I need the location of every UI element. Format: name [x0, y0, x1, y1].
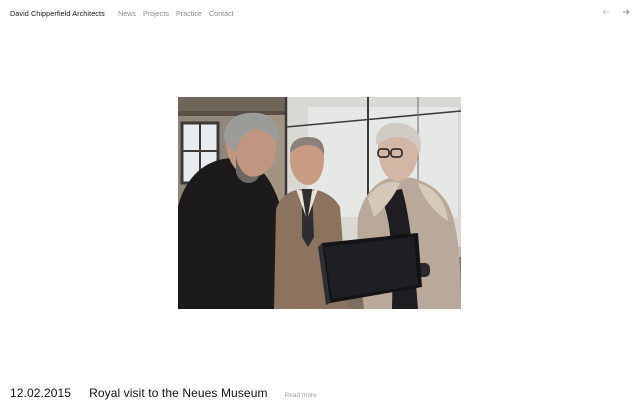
nav-item-practice[interactable]: Practice	[176, 9, 202, 18]
news-photo[interactable]	[178, 97, 461, 309]
nav-item-news[interactable]: News	[118, 9, 136, 18]
nav-item-projects[interactable]: Projects	[143, 9, 169, 18]
news-caption: 12.02.2015 Royal visit to the Neues Muse…	[10, 386, 317, 404]
news-date: 12.02.2015	[10, 386, 72, 400]
main-nav: News Projects Practice Contact	[118, 9, 234, 18]
site-header: David Chipperfield Architects News Proje…	[0, 0, 640, 28]
page: David Chipperfield Architects News Proje…	[0, 0, 640, 412]
slide-navigation	[602, 8, 630, 16]
news-title[interactable]: Royal visit to the Neues Museum	[89, 386, 268, 400]
read-more-link[interactable]: Read more	[285, 392, 317, 399]
arrow-right-icon[interactable]	[622, 8, 630, 16]
nav-item-contact[interactable]: Contact	[209, 9, 234, 18]
news-photo-image	[178, 97, 461, 309]
arrow-left-icon[interactable]	[602, 8, 610, 16]
brand-logo-text[interactable]: David Chipperfield Architects	[10, 9, 105, 18]
